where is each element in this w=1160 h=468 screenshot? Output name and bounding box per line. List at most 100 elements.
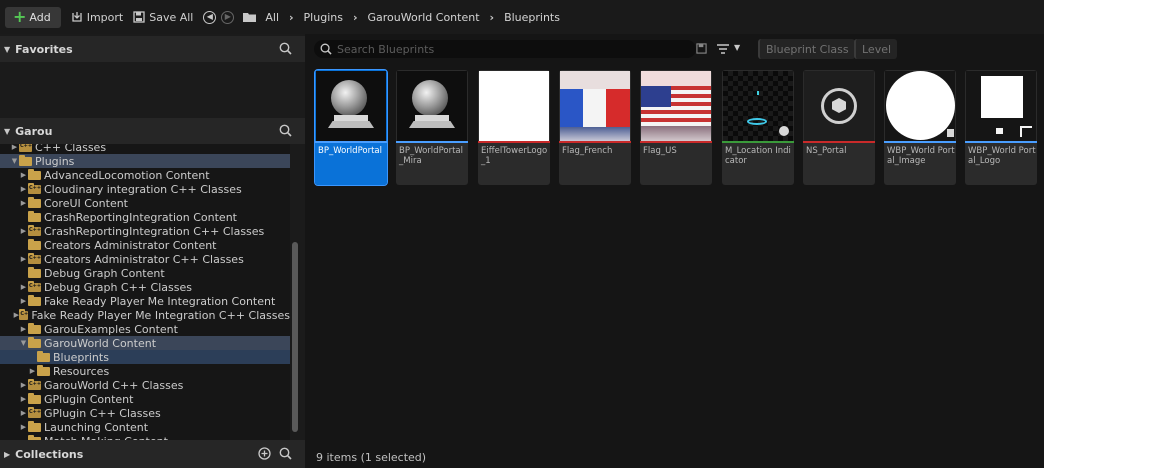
tree-row[interactable]: Debug Graph Content [0,266,290,280]
asset-thumbnail [641,71,711,141]
asset-tile[interactable]: WBP_World Portal_Logo [965,70,1037,185]
chevron-right-icon[interactable]: ▶ [19,255,28,263]
chevron-down-icon[interactable]: ▼ [734,43,740,52]
asset-type-stripe [965,141,1037,143]
tree-row[interactable]: ▶ GPlugin C++ Classes [0,406,290,420]
tree-row[interactable]: ▼ Plugins [0,154,290,168]
chevron-right-icon[interactable]: ▶ [19,395,28,403]
tree-row[interactable]: ▶ C++ Classes [0,144,290,154]
cpp-folder-icon [28,182,41,194]
add-button[interactable]: + Add [5,6,61,28]
asset-type-stripe [478,141,550,143]
chevron-right-icon[interactable]: ▶ [19,381,28,389]
tree-row[interactable]: ▼ GarouWorld Content [0,336,290,350]
tree-row[interactable]: ▶ GPlugin Content [0,392,290,406]
tree-row-label: Plugins [35,154,75,168]
chevron-right-icon[interactable]: ▶ [19,227,28,235]
filter-icon[interactable] [716,43,730,55]
save-search-icon[interactable] [696,43,707,54]
search-icon[interactable] [279,447,292,460]
save-all-button[interactable]: Save All [133,11,193,24]
tree-row-label: CrashReportingIntegration Content [44,210,237,224]
tree-row[interactable]: ▶ CoreUI Content [0,196,290,210]
asset-thumbnail [966,71,1036,141]
breadcrumb-all[interactable]: All [265,11,279,24]
breadcrumb-garouworld-content[interactable]: GarouWorld Content [368,11,480,24]
tree-row[interactable]: ▶ Debug Graph C++ Classes [0,280,290,294]
tree-row[interactable]: Blueprints [0,350,290,364]
tree-row[interactable]: ▶ Launching Content [0,420,290,434]
forward-icon[interactable]: ▶ [221,10,235,24]
asset-name: BP_WorldPortal [318,146,382,156]
tree-row-label: CoreUI Content [44,196,128,210]
import-label: Import [86,10,124,24]
search-icon[interactable] [279,124,292,137]
project-title: Garou [15,124,53,138]
back-icon[interactable]: ◀ [203,10,217,24]
chevron-right-icon[interactable]: ▶ [19,171,28,179]
asset-tile[interactable]: BP_WorldPortal [314,69,388,186]
folder-tree[interactable]: ▶ C++ Classes ▼ Plugins ▶ AdvancedLocomotion … [0,144,290,440]
folder-icon [28,420,41,432]
tree-row[interactable]: Creators Administrator Content [0,238,290,252]
cpp-folder-icon [28,378,41,390]
add-circle-icon[interactable] [258,447,271,460]
chevron-right-icon[interactable]: ▶ [10,144,19,151]
asset-tile[interactable]: Flag_US [640,70,712,185]
filter-level[interactable]: Level [854,39,898,59]
tree-scrollbar[interactable] [292,242,298,432]
breadcrumb-blueprints[interactable]: Blueprints [504,11,560,24]
asset-tile[interactable]: NS_Portal [803,70,875,185]
plus-icon: + [13,7,27,26]
tree-row[interactable]: CrashReportingIntegration Content [0,210,290,224]
save-all-label: Save All [149,10,194,24]
filter-blueprint-class[interactable]: Blueprint Class [758,39,855,59]
tree-row[interactable]: ▶ Creators Administrator C++ Classes [0,252,290,266]
search-box[interactable] [314,40,696,58]
tree-row[interactable]: ▶ Resources [0,364,290,378]
asset-thumbnail [397,71,467,141]
tree-row[interactable]: ▶Fake Ready Player Me Integration C++ Cl… [0,308,290,322]
chevron-right-icon[interactable]: ▶ [19,423,28,431]
chevron-right-icon[interactable]: ▶ [28,367,37,375]
breadcrumb-plugins[interactable]: Plugins [304,11,343,24]
collections-header[interactable]: ▶ Collections [0,440,305,468]
status-text: 9 items (1 selected) [316,451,427,464]
tree-row-label: GarouWorld C++ Classes [44,378,184,392]
cpp-folder-icon [28,406,41,418]
folder-icon [19,154,32,166]
chevron-right-icon[interactable]: ▶ [19,283,28,291]
asset-tile[interactable]: WBP_World Portal_Image [884,70,956,185]
asset-tile[interactable]: BP_WorldPortal_Mira [396,70,468,185]
search-input[interactable] [337,42,677,56]
chevron-right-icon[interactable]: ▶ [19,297,28,305]
favorites-header[interactable]: ▼ Favorites [0,36,305,62]
asset-tile[interactable]: M_Location Indicator [722,70,794,185]
tree-row[interactable]: ▶ CrashReportingIntegration C++ Classes [0,224,290,238]
chevron-down-icon[interactable]: ▼ [10,157,19,165]
asset-tile[interactable]: EiffelTowerLogo_1 [478,70,550,185]
chevron-right-icon[interactable]: ▶ [19,409,28,417]
tree-row[interactable]: ▶ GarouExamples Content [0,322,290,336]
tree-row[interactable]: ▶ Cloudinary integration C++ Classes [0,182,290,196]
chevron-right-icon[interactable]: ▶ [19,199,28,207]
chevron-right-icon[interactable]: ▶ [19,185,28,193]
search-icon[interactable] [279,42,292,55]
asset-type-stripe [803,141,875,143]
chevron-right-icon[interactable]: ▶ [19,325,28,333]
asset-tile[interactable]: Flag_French [559,70,631,185]
tree-row-label: GarouExamples Content [44,322,178,336]
chevron-down-icon[interactable]: ▼ [19,339,28,347]
folder-icon [28,322,41,334]
folder-icon [37,364,50,376]
asset-name: Flag_French [562,146,613,156]
folder-icon [243,13,257,22]
tree-row[interactable]: ▶ Fake Ready Player Me Integration Conten… [0,294,290,308]
import-button[interactable]: Import [71,10,124,24]
tree-row-label: C++ Classes [35,144,107,154]
tree-row[interactable]: ▶ AdvancedLocomotion Content [0,168,290,182]
tree-row[interactable]: ▶ GarouWorld C++ Classes [0,378,290,392]
asset-type-stripe [396,141,468,143]
project-header[interactable]: ▼ Garou [0,118,305,144]
sources-panel: ▼ Favorites ▼ Garou ▶ C++ Classes ▼ Plugins… [0,34,305,468]
